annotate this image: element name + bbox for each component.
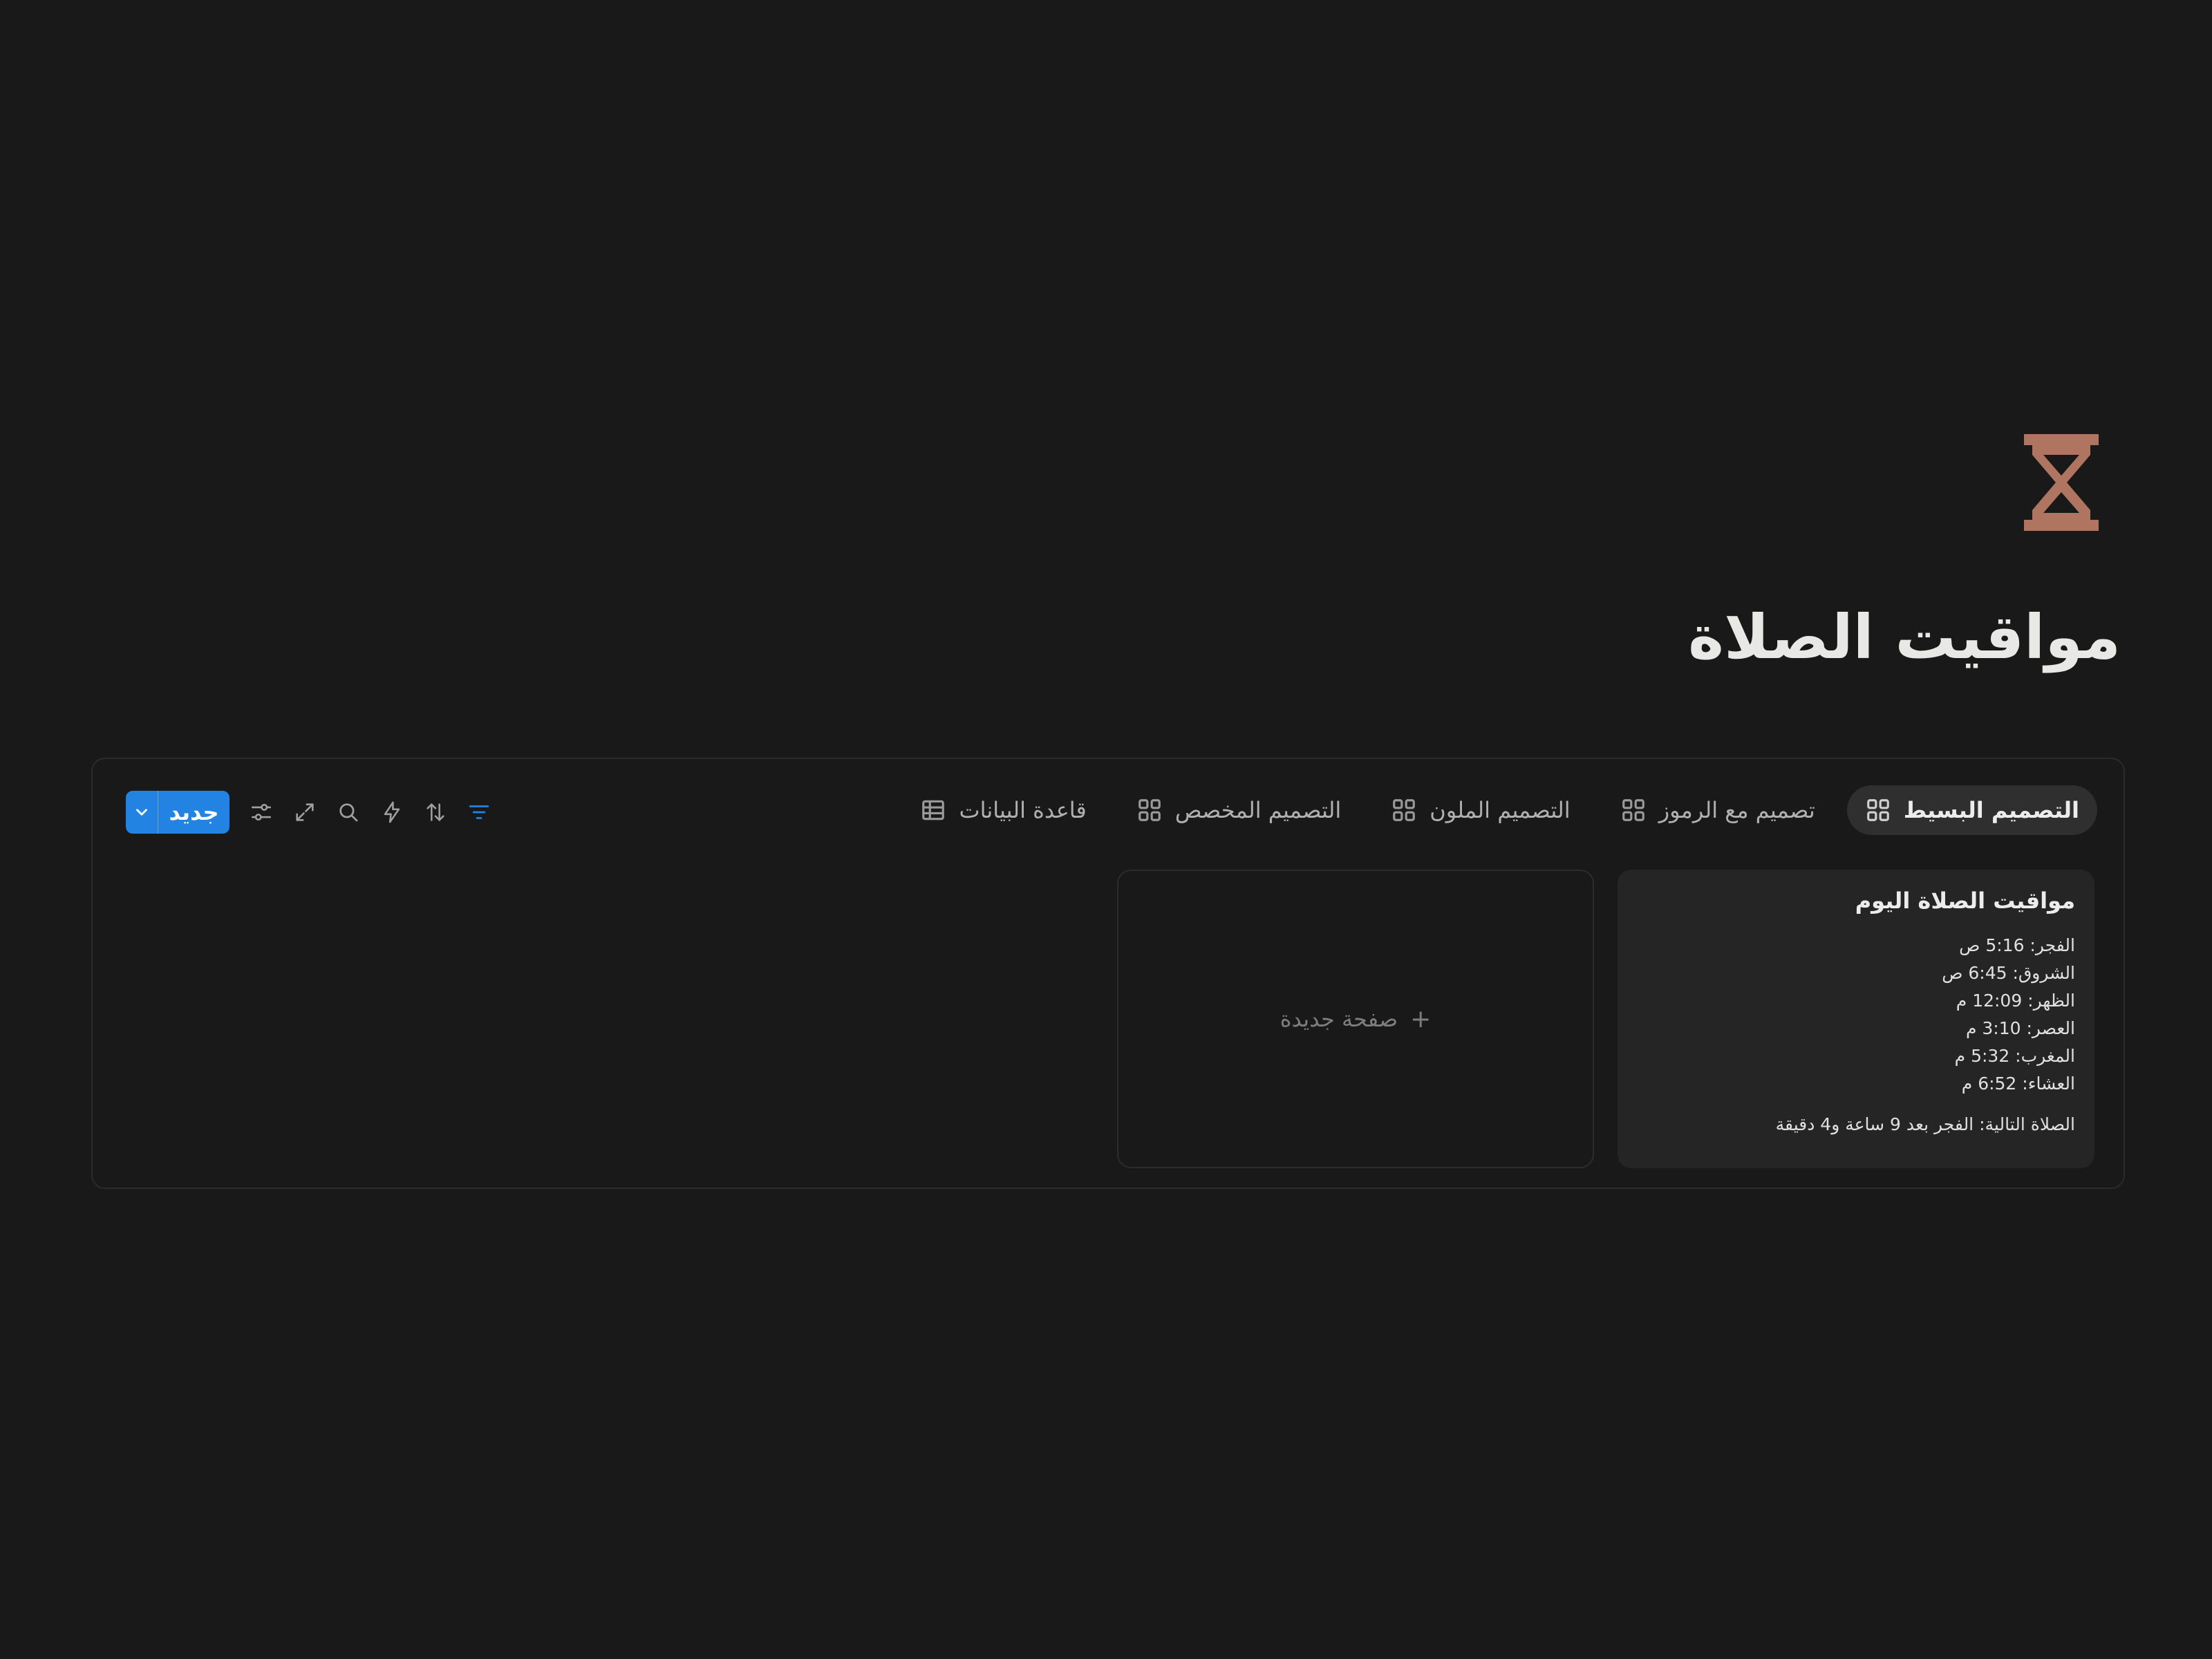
new-page-label: صفحة جديدة bbox=[1280, 1006, 1398, 1032]
prayer-time-maghrib: المغرب: 5:32 م bbox=[1954, 1046, 2075, 1066]
chevron-down-icon[interactable] bbox=[126, 791, 158, 834]
tab-label: تصميم مع الرموز bbox=[1658, 797, 1815, 823]
tab-icons-design[interactable]: تصميم مع الرموز bbox=[1602, 785, 1833, 835]
page: مواقيت الصلاة التصميم البسيط تصميم مع ال… bbox=[0, 0, 2212, 1659]
prayer-time-asr: العصر: 3:10 م bbox=[1965, 1018, 2075, 1038]
new-page-card[interactable]: + صفحة جديدة bbox=[1117, 870, 1594, 1168]
gallery-icon bbox=[1622, 799, 1644, 821]
view-toolbar: جديد bbox=[126, 791, 500, 834]
tab-custom-design[interactable]: التصميم المخصص bbox=[1118, 785, 1359, 835]
plus-icon: + bbox=[1410, 1004, 1432, 1033]
search-icon[interactable] bbox=[326, 791, 370, 834]
prayer-time-fajr: الفجر: 5:16 ص bbox=[1959, 935, 2075, 955]
prayer-times-list: الفجر: 5:16 ص الشروق: 6:45 ص الظهر: 12:0… bbox=[1637, 932, 2075, 1098]
view-tabs: التصميم البسيط تصميم مع الرموز التصميم ا… bbox=[902, 785, 2097, 835]
prayer-time-dhuhr: الظهر: 12:09 م bbox=[1956, 991, 2075, 1011]
page-title: مواقيت الصلاة bbox=[1688, 601, 2121, 673]
settings-icon[interactable] bbox=[239, 791, 283, 834]
expand-icon[interactable] bbox=[283, 791, 326, 834]
prayer-time-isha: العشاء: 6:52 م bbox=[1961, 1074, 2075, 1094]
tab-label: التصميم المخصص bbox=[1174, 797, 1342, 823]
new-button[interactable]: جديد bbox=[126, 791, 229, 834]
sort-icon[interactable] bbox=[413, 791, 457, 834]
hourglass-icon[interactable] bbox=[2018, 434, 2104, 531]
tab-label: التصميم البسيط bbox=[1903, 797, 2079, 823]
card-title: مواقيت الصلاة اليوم bbox=[1855, 888, 2075, 914]
filter-icon[interactable] bbox=[457, 791, 500, 834]
table-icon bbox=[922, 800, 945, 821]
prayer-times-card[interactable]: مواقيت الصلاة اليوم الفجر: 5:16 ص الشروق… bbox=[1618, 870, 2094, 1168]
gallery-icon bbox=[1138, 799, 1161, 821]
tab-database[interactable]: قاعدة البيانات bbox=[902, 785, 1104, 835]
prayer-time-sunrise: الشروق: 6:45 ص bbox=[1942, 963, 2075, 983]
new-button-label: جديد bbox=[169, 799, 219, 825]
automation-icon[interactable] bbox=[370, 791, 413, 834]
tab-colored-design[interactable]: التصميم الملون bbox=[1373, 785, 1588, 835]
tab-label: قاعدة البيانات bbox=[959, 797, 1087, 823]
tab-label: التصميم الملون bbox=[1430, 797, 1571, 823]
gallery-icon bbox=[1866, 799, 1889, 821]
tab-simple-design[interactable]: التصميم البسيط bbox=[1846, 785, 2097, 835]
next-prayer: الصلاة التالية: الفجر بعد 9 ساعة و4 دقيق… bbox=[1775, 1114, 2075, 1134]
database-view: التصميم البسيط تصميم مع الرموز التصميم ا… bbox=[91, 758, 2125, 1189]
gallery-icon bbox=[1393, 799, 1416, 821]
